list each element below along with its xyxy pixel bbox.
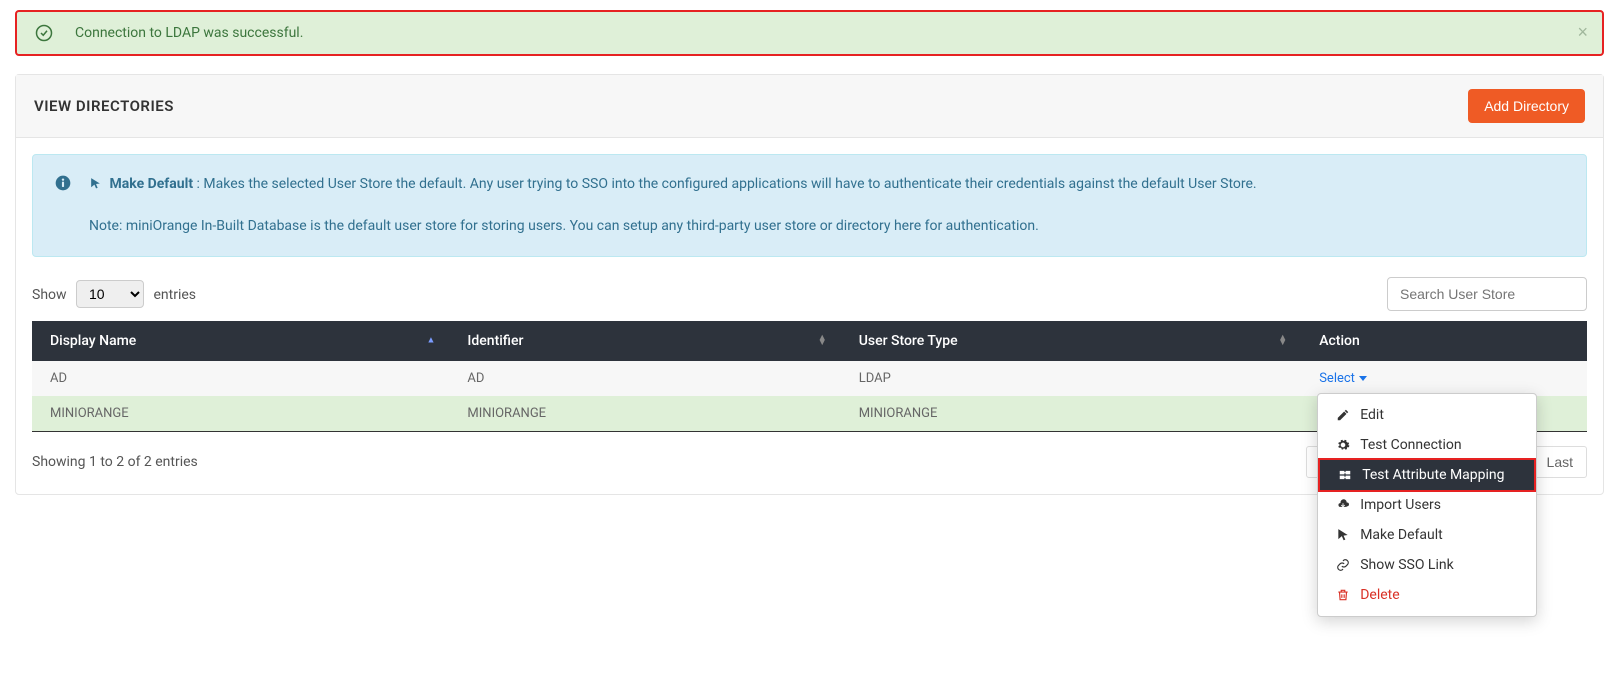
- gear-icon: [1336, 438, 1350, 452]
- cell-user-store-type: LDAP: [841, 361, 1302, 396]
- mapping-icon: [1338, 468, 1352, 482]
- show-label: Show: [32, 287, 67, 303]
- menu-make-default[interactable]: Make Default: [1318, 520, 1536, 550]
- cloud-download-icon: [1336, 498, 1350, 512]
- info-box: Make Default : Makes the selected User S…: [32, 154, 1587, 257]
- cursor-icon: [89, 175, 102, 197]
- check-circle-icon: [35, 24, 53, 42]
- search-input[interactable]: [1387, 277, 1587, 311]
- action-select-dropdown[interactable]: Select: [1319, 371, 1367, 386]
- sort-down-icon: ▼: [1278, 341, 1287, 346]
- sort-down-icon: ▼: [818, 341, 827, 346]
- add-directory-button[interactable]: Add Directory: [1468, 89, 1585, 123]
- sort-asc-icon: ▲: [427, 338, 436, 343]
- col-user-store-type[interactable]: User Store Type ▲▼: [841, 321, 1302, 361]
- entries-label: entries: [154, 287, 197, 303]
- menu-test-connection[interactable]: Test Connection: [1318, 430, 1536, 460]
- cell-user-store-type: MINIORANGE: [841, 396, 1302, 432]
- col-identifier[interactable]: Identifier ▲▼: [449, 321, 840, 361]
- table-controls: Show 10 entries: [32, 277, 1587, 311]
- entries-select[interactable]: 10: [76, 280, 144, 308]
- menu-test-attribute-mapping[interactable]: Test Attribute Mapping: [1318, 458, 1536, 492]
- cell-display-name: MINIORANGE: [32, 396, 449, 432]
- action-dropdown-menu: Edit Test Connection Test Attribute Mapp…: [1317, 393, 1537, 617]
- alert-message: Connection to LDAP was successful.: [75, 25, 303, 41]
- trash-icon: [1336, 588, 1350, 602]
- alert-close-button[interactable]: ×: [1577, 22, 1588, 43]
- table-row: AD AD LDAP Select: [32, 361, 1587, 396]
- edit-icon: [1336, 408, 1350, 422]
- caret-down-icon: [1359, 376, 1367, 381]
- panel-header: VIEW DIRECTORIES Add Directory: [16, 75, 1603, 138]
- cell-display-name: AD: [32, 361, 449, 396]
- view-directories-panel: VIEW DIRECTORIES Add Directory Make Defa…: [15, 74, 1604, 495]
- cell-identifier: AD: [449, 361, 840, 396]
- menu-delete[interactable]: Delete: [1318, 580, 1536, 610]
- page-last[interactable]: Last: [1533, 446, 1587, 478]
- info-line2-text: Note: miniOrange In-Built Database is th…: [89, 215, 1257, 237]
- info-icon: [55, 175, 71, 191]
- alert-success: Connection to LDAP was successful. ×: [15, 10, 1604, 56]
- panel-title: VIEW DIRECTORIES: [34, 97, 174, 115]
- showing-text: Showing 1 to 2 of 2 entries: [32, 454, 198, 470]
- info-line1-text: Makes the selected User Store the defaul…: [203, 176, 1256, 192]
- cell-identifier: MINIORANGE: [449, 396, 840, 432]
- menu-edit[interactable]: Edit: [1318, 400, 1536, 430]
- col-display-name[interactable]: Display Name ▲: [32, 321, 449, 361]
- info-make-default-label: Make Default: [109, 176, 193, 192]
- menu-show-sso-link[interactable]: Show SSO Link: [1318, 550, 1536, 580]
- link-icon: [1336, 558, 1350, 572]
- menu-import-users[interactable]: Import Users: [1318, 490, 1536, 520]
- cursor-icon: [1336, 528, 1350, 542]
- col-action: Action: [1301, 321, 1587, 361]
- directories-table: Display Name ▲ Identifier ▲▼ User Store …: [32, 321, 1587, 432]
